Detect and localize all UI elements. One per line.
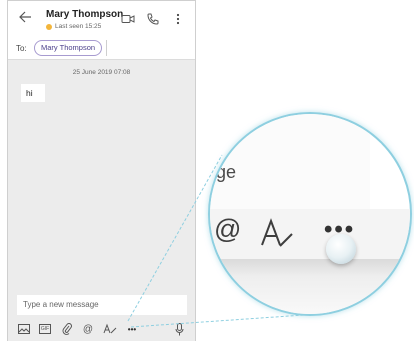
zoom-mention-icon: @ — [214, 214, 242, 244]
touch-indicator-icon — [326, 234, 356, 264]
zoom-format-icon — [261, 218, 293, 247]
zoom-text-fragment: ge — [216, 162, 237, 182]
zoom-footer — [210, 259, 410, 314]
zoom-callout: ge @ ••• — [208, 112, 412, 316]
